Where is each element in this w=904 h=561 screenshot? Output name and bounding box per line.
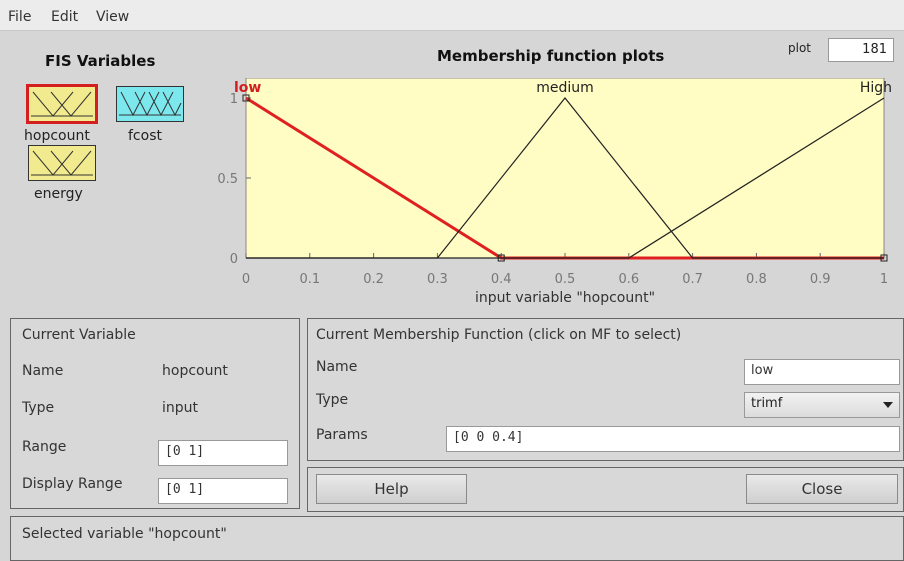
variable-fcost-box[interactable]: [116, 86, 184, 122]
variable-range-input[interactable]: [0 1]: [158, 440, 288, 466]
mf-label-medium: medium: [536, 80, 594, 96]
current-variable-header: Current Variable: [22, 327, 136, 343]
variable-energy-box[interactable]: [28, 145, 96, 181]
plot-points-label: plot: [788, 41, 811, 55]
mf-label-high: High: [860, 80, 892, 96]
mf-type-value: trimf: [751, 396, 783, 411]
x-tick-label: 0.4: [491, 272, 512, 287]
plot-points-input[interactable]: 181: [828, 38, 894, 62]
variable-energy-label: energy: [34, 186, 83, 202]
y-tick-label: 0: [230, 252, 238, 267]
mf-name-input[interactable]: low: [744, 359, 900, 385]
chevron-down-icon: [883, 402, 893, 408]
x-tick-label: 0.1: [299, 272, 320, 287]
trimf-pair-icon: [31, 91, 93, 117]
variable-type-label: Type: [22, 400, 55, 416]
close-button[interactable]: Close: [746, 474, 898, 504]
mf-label-low: low: [234, 80, 261, 96]
status-text: Selected variable "hopcount": [22, 526, 227, 542]
x-tick-label: 0.2: [363, 272, 384, 287]
menu-edit[interactable]: Edit: [51, 9, 78, 25]
variable-name-value: hopcount: [162, 363, 228, 379]
x-tick-label: 0.8: [746, 272, 767, 287]
x-tick-label: 0.9: [810, 272, 831, 287]
mf-type-label: Type: [316, 392, 349, 408]
x-axis-label: input variable "hopcount": [475, 290, 655, 306]
variable-hopcount-label: hopcount: [24, 128, 90, 144]
x-tick-label: 0: [242, 272, 250, 287]
x-tick-label: 0.7: [682, 272, 703, 287]
x-tick-label: 0.3: [427, 272, 448, 287]
menu-view[interactable]: View: [96, 9, 129, 25]
fis-variables-title: FIS Variables: [45, 52, 156, 70]
mf-params-input[interactable]: [0 0 0.4]: [446, 426, 900, 452]
menu-bar: File Edit View: [0, 0, 904, 31]
x-tick-label: 0.5: [555, 272, 576, 287]
x-tick-label: 1: [880, 272, 888, 287]
membership-function-chart[interactable]: 00.510 0.1 0.2 0.3 0.4 0.5 0.6 0.7 0.8 0.9 1input …: [210, 78, 900, 310]
mf-name-label: Name: [316, 359, 358, 375]
variable-name-label: Name: [22, 363, 64, 379]
mf-params-label: Params: [316, 427, 368, 443]
variable-fcost-label: fcost: [128, 128, 162, 144]
help-button[interactable]: Help: [316, 474, 467, 504]
variable-hopcount-box[interactable]: [26, 84, 98, 124]
trimf-pair-icon: [31, 150, 93, 176]
plot-title: Membership function plots: [437, 47, 665, 65]
plot-area: [245, 78, 885, 259]
display-range-input[interactable]: [0 1]: [158, 478, 288, 504]
menu-file[interactable]: File: [8, 9, 31, 25]
variable-range-label: Range: [22, 439, 67, 455]
x-tick-label: 0.6: [618, 272, 639, 287]
display-range-label: Display Range: [22, 476, 123, 492]
y-tick-label: 0.5: [217, 172, 238, 187]
current-mf-header: Current Membership Function (click on MF…: [316, 327, 682, 343]
trimf-triple-icon: [119, 91, 182, 117]
variable-type-value: input: [162, 400, 199, 416]
mf-type-select[interactable]: trimf: [744, 392, 900, 418]
